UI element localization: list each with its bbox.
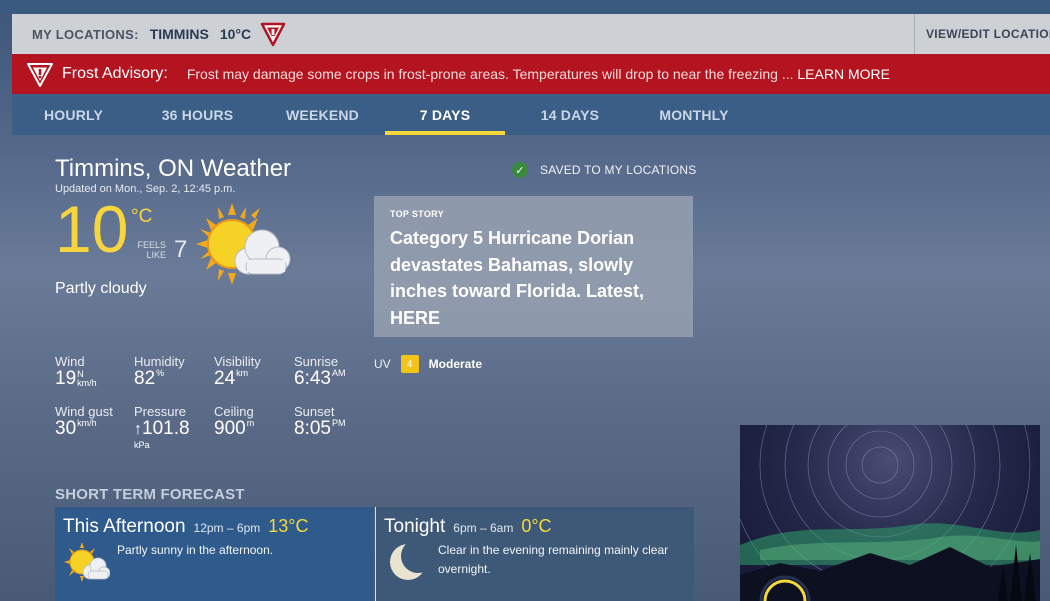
featured-photo[interactable] (740, 425, 1040, 601)
forecast-card-tonight[interactable]: Tonight 6pm – 6am 0°C Clear in the evening… (375, 507, 694, 601)
stat-unit: km/h (77, 378, 97, 388)
stat-value: 24 (214, 368, 236, 389)
feels-label-line2: LIKE (146, 250, 166, 260)
tab-14-days[interactable]: 14 DAYS (505, 94, 635, 135)
stat-value: 30 (55, 418, 77, 439)
uv-index: UV 4 Moderate (374, 355, 482, 373)
saved-to-locations[interactable]: ✓ SAVED TO MY LOCATIONS (512, 162, 696, 178)
stat-value: 6:43 (294, 368, 331, 389)
stat-ceiling: Ceiling 900m (214, 404, 254, 440)
feels-like-label: FEELS LIKE (136, 240, 166, 260)
uv-level: Moderate (428, 357, 483, 371)
stat-label: Sunrise (294, 354, 339, 369)
saved-label: SAVED TO MY LOCATIONS (540, 163, 697, 177)
period-description: Clear in the evening remaining mainly cl… (438, 543, 669, 576)
short-term-forecast-heading: SHORT TERM FORECAST (55, 486, 245, 503)
stat-label: Sunset (294, 404, 335, 419)
stat-sunrise: Sunrise 6:43AM (294, 354, 345, 390)
stat-value: 19 (55, 368, 77, 389)
stat-label: Wind (55, 354, 85, 369)
stat-unit: km/h (77, 418, 97, 428)
tab-36-hours[interactable]: 36 HOURS (135, 94, 260, 135)
partly-cloudy-icon (196, 203, 291, 285)
check-icon: ✓ (512, 162, 528, 178)
stat-unit: kPa (134, 440, 150, 450)
alert-triangle-icon[interactable] (260, 21, 286, 47)
current-condition: Partly cloudy (55, 280, 147, 297)
tab-hourly[interactable]: HOURLY (12, 94, 135, 135)
top-story-label: TOP STORY (390, 209, 444, 219)
stat-value: 900 (214, 418, 246, 439)
learn-more-link[interactable]: LEARN MORE (797, 66, 890, 82)
period-title: Tonight (384, 516, 446, 537)
my-locations-label: MY LOCATIONS: (32, 26, 139, 42)
period-temp: 13°C (268, 516, 309, 536)
period-time: 6pm – 6am (453, 521, 514, 535)
moon-icon (390, 544, 426, 580)
stat-label: Visibility (214, 354, 261, 369)
frost-advisory-banner[interactable]: Frost Advisory: Frost may damage some cr… (12, 54, 1050, 94)
location-city-link[interactable]: TIMMINS (150, 26, 209, 42)
stat-wind-gust: Wind gust 30km/h (55, 404, 113, 440)
stat-label: Pressure (134, 404, 187, 419)
advisory-title: Frost Advisory: (62, 65, 168, 82)
stat-unit: % (156, 368, 165, 378)
stat-unit: km (236, 368, 249, 378)
current-temperature: 10 (55, 192, 129, 266)
feels-like-value: 7 (174, 236, 188, 263)
stat-sunset: Sunset 8:05PM (294, 404, 345, 440)
tab-weekend[interactable]: WEEKEND (260, 94, 385, 135)
forecast-card-afternoon[interactable]: This Afternoon 12pm – 6pm 13°C Partly sunn… (55, 507, 374, 601)
period-description: Partly sunny in the afternoon. (117, 543, 274, 557)
forecast-tabs: HOURLY 36 HOURS WEEKEND 7 DAYS 14 DAYS M… (12, 94, 1050, 135)
feels-label-line1: FEELS (137, 240, 166, 250)
night-sky-image (740, 425, 1040, 601)
temperature-unit[interactable]: °C (131, 206, 152, 228)
my-locations-bar: MY LOCATIONS: TIMMINS 10°C VIEW/EDIT LOC… (12, 14, 1050, 54)
stat-value: 82 (134, 368, 156, 389)
page-title: Timmins, ON Weather (55, 155, 292, 182)
top-strip (0, 0, 1050, 14)
stat-label: Wind gust (55, 404, 113, 419)
top-story-headline[interactable]: Category 5 Hurricane Dorian devastates B… (390, 225, 670, 331)
stat-unit: m (246, 418, 255, 428)
stat-value: 8:05 (294, 418, 331, 439)
pressure-trend-icon: ↑ (134, 421, 142, 438)
stat-humidity: Humidity 82% (134, 354, 185, 390)
tab-monthly[interactable]: MONTHLY (635, 94, 753, 135)
alert-triangle-icon (27, 63, 53, 87)
top-story-card[interactable]: TOP STORY Category 5 Hurricane Dorian de… (374, 196, 693, 337)
uv-label: UV (374, 357, 391, 371)
stat-visibility: Visibility 24km (214, 354, 261, 390)
stat-label: Humidity (134, 354, 185, 369)
stat-unit: AM (331, 368, 346, 378)
advisory-message-text: Frost may damage some crops in frost-pro… (186, 66, 794, 82)
tab-7-days[interactable]: 7 DAYS (385, 94, 505, 135)
stat-unit: PM (331, 418, 346, 428)
stat-value: 101.8 (142, 418, 190, 439)
period-title: This Afternoon (63, 516, 186, 537)
uv-badge: 4 (400, 355, 419, 373)
period-time: 12pm – 6pm (193, 521, 261, 535)
location-temp[interactable]: 10°C (220, 26, 251, 42)
stat-pressure: Pressure ↑101.8 kPa (134, 404, 190, 450)
stat-label: Ceiling (214, 404, 254, 419)
stat-wind: Wind 19N km/h (55, 354, 97, 390)
advisory-message: Frost may damage some crops in frost-pro… (187, 66, 890, 82)
view-edit-locations-link[interactable]: VIEW/EDIT LOCATIONS (914, 14, 1050, 54)
period-temp: 0°C (521, 516, 552, 536)
partly-sunny-icon (64, 542, 110, 582)
